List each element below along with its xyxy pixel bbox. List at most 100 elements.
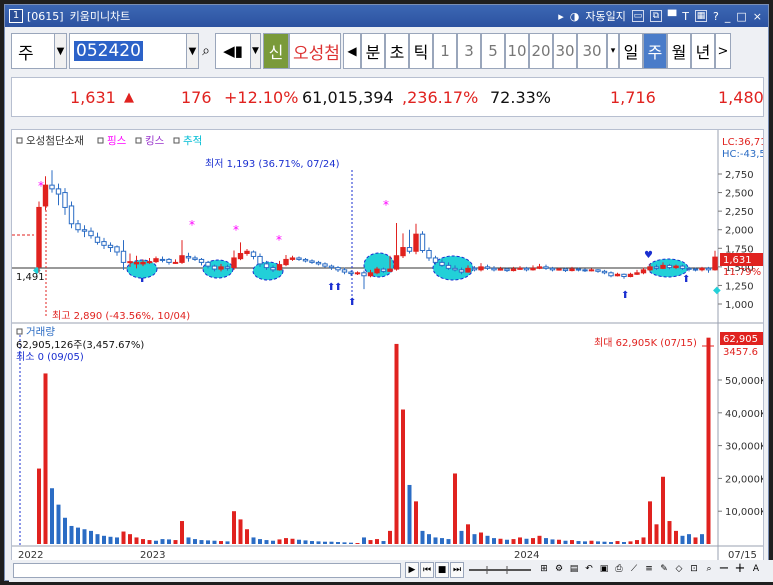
speaker-icon[interactable]: ◀▮: [215, 33, 251, 69]
candle-body: [276, 264, 283, 271]
candle-body: [62, 192, 68, 208]
pin-icon[interactable]: ▀: [668, 10, 676, 23]
print-icon[interactable]: ⎙: [612, 562, 626, 578]
stock-code-input[interactable]: 052420: [69, 33, 187, 69]
tab-year[interactable]: 년: [691, 33, 715, 69]
close-button[interactable]: ×: [753, 10, 762, 23]
candle-body: [205, 261, 211, 267]
volume-bar: [433, 537, 438, 544]
candle-body: [166, 258, 172, 263]
candle-body: [283, 258, 289, 266]
restore-icon[interactable]: ▭: [631, 10, 644, 22]
code-dropdown-icon[interactable]: ▼: [187, 33, 199, 69]
period-5-button[interactable]: 5: [481, 33, 505, 69]
forward-icon[interactable]: ⏭: [450, 562, 464, 578]
chart-canvas[interactable]: ** ***⬆⬆⬆⬆⬆⬆◆◆♥ 2,7502,5002,2502,0001,750…: [12, 130, 763, 561]
rewind-icon[interactable]: ⏮: [420, 562, 434, 578]
tab-month[interactable]: 월: [667, 33, 691, 69]
next-icon[interactable]: >: [715, 33, 731, 69]
period-3-button[interactable]: 3: [457, 33, 481, 69]
grid-icon[interactable]: ▦: [695, 10, 708, 22]
high-note: 최고 2,890 (-43.56%, 10/04): [52, 310, 190, 322]
trendline-icon[interactable]: ⟋: [627, 562, 641, 578]
volume-bar: [173, 540, 178, 544]
candle-body: [361, 272, 367, 277]
candle-body: [413, 233, 419, 252]
candle-body: [387, 268, 393, 272]
volume-bar: [63, 517, 67, 544]
fibo-icon[interactable]: ≡: [642, 562, 656, 578]
second-button[interactable]: 초: [385, 33, 409, 69]
volume-bar: [381, 541, 386, 544]
minute-button[interactable]: 분: [361, 33, 385, 69]
volume-bar: [206, 540, 210, 544]
chart-area[interactable]: * * * * * ⬆ ⬆ ⬆ ⬆ ⬆ ⬆ ◆ ◆ ♥ 2,750 2,500 2,250 2,000 1,750…: [11, 129, 764, 562]
legend-kings: 킹스: [145, 135, 165, 147]
zoom-icon[interactable]: ⌕: [702, 562, 716, 578]
volume-bar: [108, 536, 113, 544]
candle-body: [471, 267, 478, 271]
candle-body: [439, 261, 445, 266]
period-30-button[interactable]: 30: [553, 33, 577, 69]
search-icon[interactable]: ⌕: [199, 33, 213, 69]
tab-day[interactable]: 일: [619, 33, 643, 69]
auto-log-label[interactable]: 자동일지: [585, 8, 625, 24]
new-button[interactable]: 신: [263, 33, 289, 69]
crosshair-icon[interactable]: ⊞: [537, 562, 551, 578]
period-dropdown-icon[interactable]: ▾: [607, 33, 619, 69]
triangle-right-icon[interactable]: ▸: [558, 10, 564, 23]
float-icon[interactable]: ⧉: [649, 10, 662, 22]
stop-icon[interactable]: ■: [435, 562, 449, 578]
volume-bar: [69, 525, 74, 544]
candle-body: [601, 270, 608, 274]
volume-axis-label: 20,000K: [725, 474, 763, 485]
candle-body: [309, 260, 315, 263]
zoom-in-icon[interactable]: +: [733, 562, 747, 578]
volume-bar: [609, 542, 613, 544]
scroll-right-icon[interactable]: ▶: [405, 562, 419, 578]
market-select[interactable]: 주: [11, 33, 55, 69]
help-icon[interactable]: ?: [713, 10, 719, 23]
volume-bar: [323, 541, 327, 544]
period-select[interactable]: 30: [577, 33, 607, 69]
candle-body: [705, 267, 712, 271]
period-1-button[interactable]: 1: [433, 33, 457, 69]
candle-body: [185, 255, 192, 259]
shape-icon[interactable]: ◇: [672, 562, 686, 578]
market-dropdown-icon[interactable]: ▼: [55, 33, 67, 69]
volume-axis-label: 40,000K: [725, 409, 763, 420]
candle-body: [465, 267, 471, 273]
candle-body: [393, 255, 400, 270]
period-20-button[interactable]: 20: [529, 33, 553, 69]
undo-icon[interactable]: ↶: [582, 562, 596, 578]
font-icon[interactable]: A: [749, 562, 763, 578]
volume-bar: [693, 537, 698, 544]
speaker-dropdown-icon[interactable]: ▼: [251, 33, 261, 69]
period-10-button[interactable]: 10: [505, 33, 529, 69]
volume-bar: [583, 541, 587, 544]
horizontal-scrollbar[interactable]: [13, 563, 401, 578]
candle-body: [445, 264, 452, 269]
legend-stock-name: 오성첨단소재: [26, 135, 84, 147]
candle-body: [159, 258, 166, 261]
candle-body: [640, 269, 647, 274]
volume-bar: [290, 538, 295, 544]
text-icon[interactable]: T: [682, 10, 689, 23]
screen-code: [0615]: [27, 9, 64, 23]
volume-bar: [485, 535, 490, 544]
chart-icon[interactable]: ▤: [567, 562, 581, 578]
candle-body: [211, 265, 218, 270]
auto-log-icon[interactable]: ◑: [570, 10, 580, 23]
zoom-slider[interactable]: [467, 562, 533, 578]
prev-icon[interactable]: ◀: [343, 33, 361, 69]
save-icon[interactable]: ▣: [597, 562, 611, 578]
maximize-button[interactable]: □: [736, 10, 746, 23]
minimize-button[interactable]: _: [725, 10, 731, 23]
zoom-out-icon[interactable]: −: [717, 562, 731, 578]
tab-week[interactable]: 주: [643, 33, 667, 69]
tick-button[interactable]: 틱: [409, 33, 433, 69]
lock-icon[interactable]: ⊡: [687, 562, 701, 578]
settings-icon[interactable]: ⚙: [552, 562, 566, 578]
draw-icon[interactable]: ✎: [657, 562, 671, 578]
window-title: 키움미니차트: [69, 10, 131, 23]
